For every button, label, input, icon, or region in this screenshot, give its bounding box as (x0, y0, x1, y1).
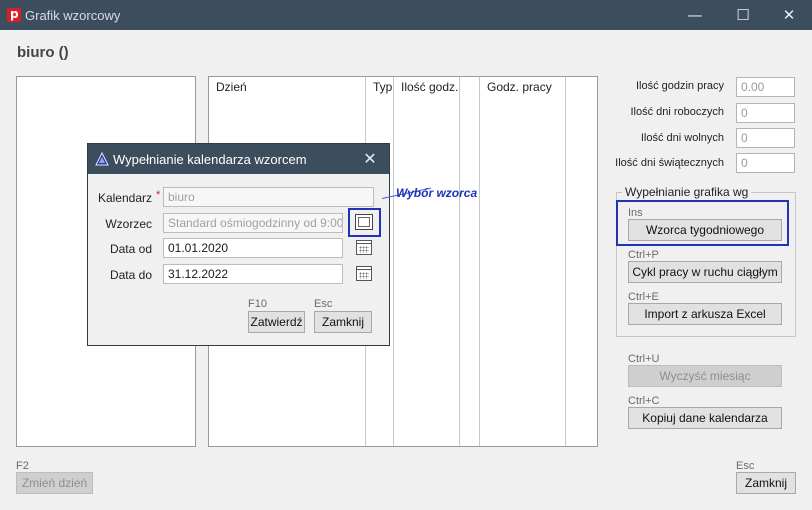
pattern-fill-dialog: Wypełnianie kalendarza wzorcem ✕ Kalenda… (87, 143, 390, 346)
grid-column-divider (459, 77, 460, 446)
hotkey-ctrl-c: Ctrl+C (628, 395, 660, 407)
close-main-button[interactable]: Zamknij (736, 472, 796, 494)
date-from-input[interactable]: 01.01.2020 (163, 238, 343, 258)
pattern-picker-button[interactable] (355, 214, 373, 230)
date-to-input[interactable]: 31.12.2022 (163, 264, 343, 284)
stat-field-working-days: 0 (736, 103, 795, 123)
date-from-label: Data od (109, 242, 152, 256)
warning-triangle-icon (95, 152, 109, 166)
column-header-work-hours[interactable]: Godz. pracy (487, 80, 552, 94)
calendar-icon[interactable] (356, 240, 372, 255)
stat-field-free-days: 0 (736, 128, 795, 148)
page-title: biuro () (17, 44, 69, 61)
date-to-label: Data do (109, 268, 152, 282)
dialog-titlebar: Wypełnianie kalendarza wzorcem ✕ (88, 144, 389, 174)
annotation-label: Wybór wzorca (396, 186, 478, 200)
minimize-icon[interactable]: — (680, 4, 710, 26)
clear-month-button[interactable]: Wyczyść miesiąc (628, 365, 782, 387)
dialog-close-icon[interactable]: ✕ (358, 147, 382, 171)
app-p-icon: p (7, 7, 21, 22)
calendar-field: biuro (163, 187, 374, 207)
copy-calendar-button[interactable]: Kopiuj dane kalendarza (628, 407, 782, 429)
dialog-title: Wypełnianie kalendarza wzorcem (113, 152, 307, 167)
pattern-field: Standard ośmiogodzinny od 9:00 do (163, 213, 343, 233)
column-header-hours[interactable]: Ilość godz. (401, 80, 458, 94)
calendar-icon[interactable] (356, 266, 372, 281)
pattern-label: Wzorzec (105, 217, 152, 231)
close-icon[interactable]: ✕ (774, 4, 804, 26)
stat-field-hours: 0.00 (736, 77, 795, 97)
hotkey-ctrl-e: Ctrl+E (628, 291, 659, 303)
continuous-cycle-button[interactable]: Cykl pracy w ruchu ciągłym (628, 261, 782, 283)
stat-label-working-days: Ilość dni roboczych (630, 106, 724, 118)
hotkey-esc-dialog: Esc (314, 298, 333, 310)
import-excel-button[interactable]: Import z arkusza Excel (628, 303, 782, 325)
stat-label-hours: Ilość godzin pracy (635, 80, 724, 92)
picker-frame-icon (358, 217, 370, 227)
stat-label-free-days: Ilość dni wolnych (640, 132, 724, 144)
column-header-type[interactable]: Typ (373, 80, 392, 94)
hotkey-f10: F10 (248, 298, 267, 310)
window-title: Grafik wzorcowy (25, 8, 121, 23)
column-header-day[interactable]: Dzień (216, 80, 247, 94)
hotkey-ctrl-u: Ctrl+U (628, 353, 660, 365)
confirm-button[interactable]: Zatwierdź (248, 311, 305, 333)
hotkey-ins: Ins (628, 207, 643, 219)
maximize-icon[interactable]: ☐ (728, 4, 758, 26)
fill-group-title: Wypełnianie grafika wg (622, 185, 752, 199)
grid-column-divider (479, 77, 480, 446)
weekly-pattern-button[interactable]: Wzorca tygodniowego (628, 219, 782, 241)
hotkey-f2: F2 (16, 460, 29, 472)
grid-column-divider (565, 77, 566, 446)
hotkey-ctrl-p: Ctrl+P (628, 249, 659, 261)
change-day-button[interactable]: Zmień dzień (16, 472, 93, 494)
stat-label-holidays: Ilość dni świątecznych (615, 157, 724, 169)
required-mark: * (156, 189, 161, 201)
calendar-label: Kalendarz (97, 191, 152, 205)
grid-column-divider (393, 77, 394, 446)
stat-field-holidays: 0 (736, 153, 795, 173)
dialog-close-button[interactable]: Zamknij (314, 311, 372, 333)
hotkey-esc-main: Esc (736, 460, 755, 472)
